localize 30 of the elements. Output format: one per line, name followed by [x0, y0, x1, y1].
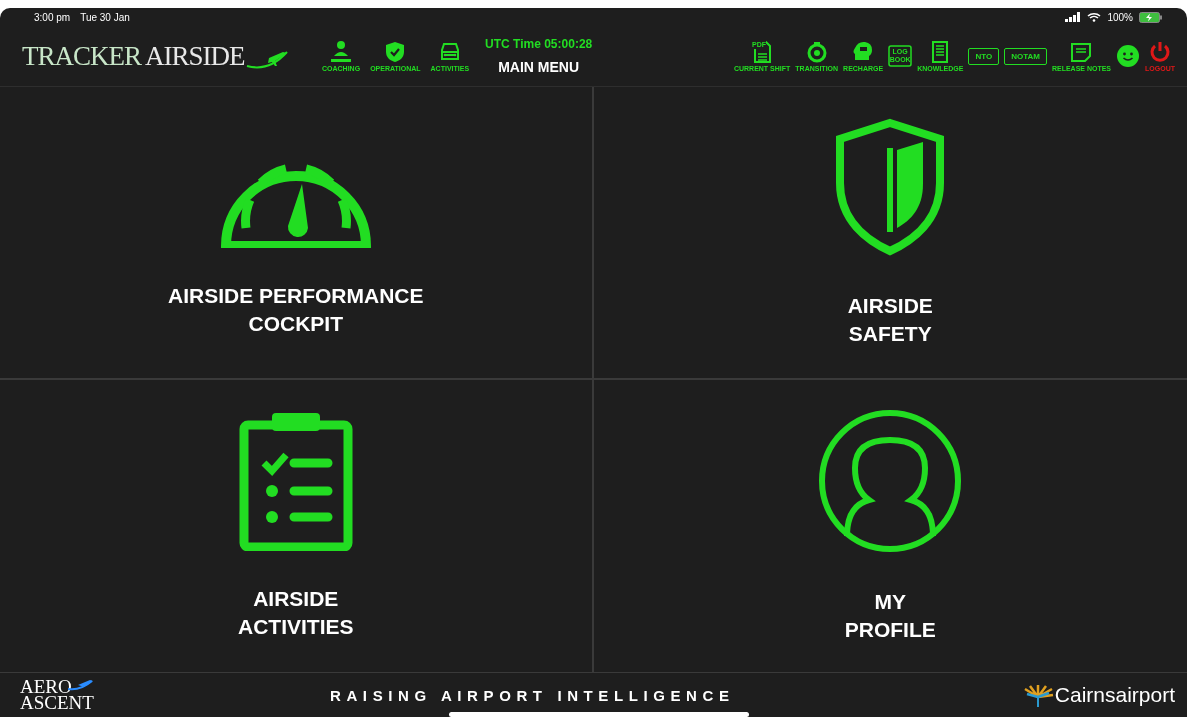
tile-label: AIRSIDE SAFETY: [847, 292, 933, 347]
tile-label: AIRSIDE PERFORMANCE COCKPIT: [168, 282, 424, 337]
battery-percent: 100%: [1107, 11, 1133, 23]
utc-time: UTC Time 05:00:28: [485, 37, 593, 51]
tagline: RAISING AIRPORT INTELLIGENCE: [330, 686, 735, 704]
text-button[interactable]: NOTAM: [1004, 47, 1047, 65]
signal-icon: [1065, 12, 1082, 22]
text-button[interactable]: NTO: [968, 47, 1000, 65]
brand-logo: AERO ASCENT: [20, 679, 95, 711]
note-icon: [1069, 40, 1094, 64]
menu-tile[interactable]: AIRSIDE PERFORMANCE COCKPIT: [0, 87, 594, 380]
clipboard-checklist-icon: [237, 411, 354, 551]
power-icon: [1148, 40, 1172, 64]
menu-tile[interactable]: AIRSIDE SAFETY: [593, 87, 1187, 380]
status-date: Tue 30 Jan: [80, 11, 130, 23]
tile-label: MY PROFILE: [844, 589, 936, 643]
shield-icon: [835, 117, 946, 258]
person-silhouette-icon: [817, 408, 964, 554]
smiley-icon: [1116, 44, 1141, 68]
logo: TRACKERAIRSIDE: [22, 40, 322, 72]
tile-label: AIRSIDE ACTIVITIES: [238, 586, 354, 640]
book-icon: [888, 44, 913, 68]
partner-logo: Cairnsairport: [1020, 683, 1175, 707]
toolbar-button[interactable]: [1116, 44, 1141, 68]
page-title: MAIN MENU: [498, 59, 580, 75]
status-time: 3:00 pm: [34, 11, 71, 23]
wifi-icon: [1087, 12, 1102, 22]
menu-tile[interactable]: MY PROFILE: [593, 380, 1187, 673]
battery-icon: [1139, 11, 1163, 23]
menu-tile[interactable]: AIRSIDE ACTIVITIES: [0, 380, 594, 673]
